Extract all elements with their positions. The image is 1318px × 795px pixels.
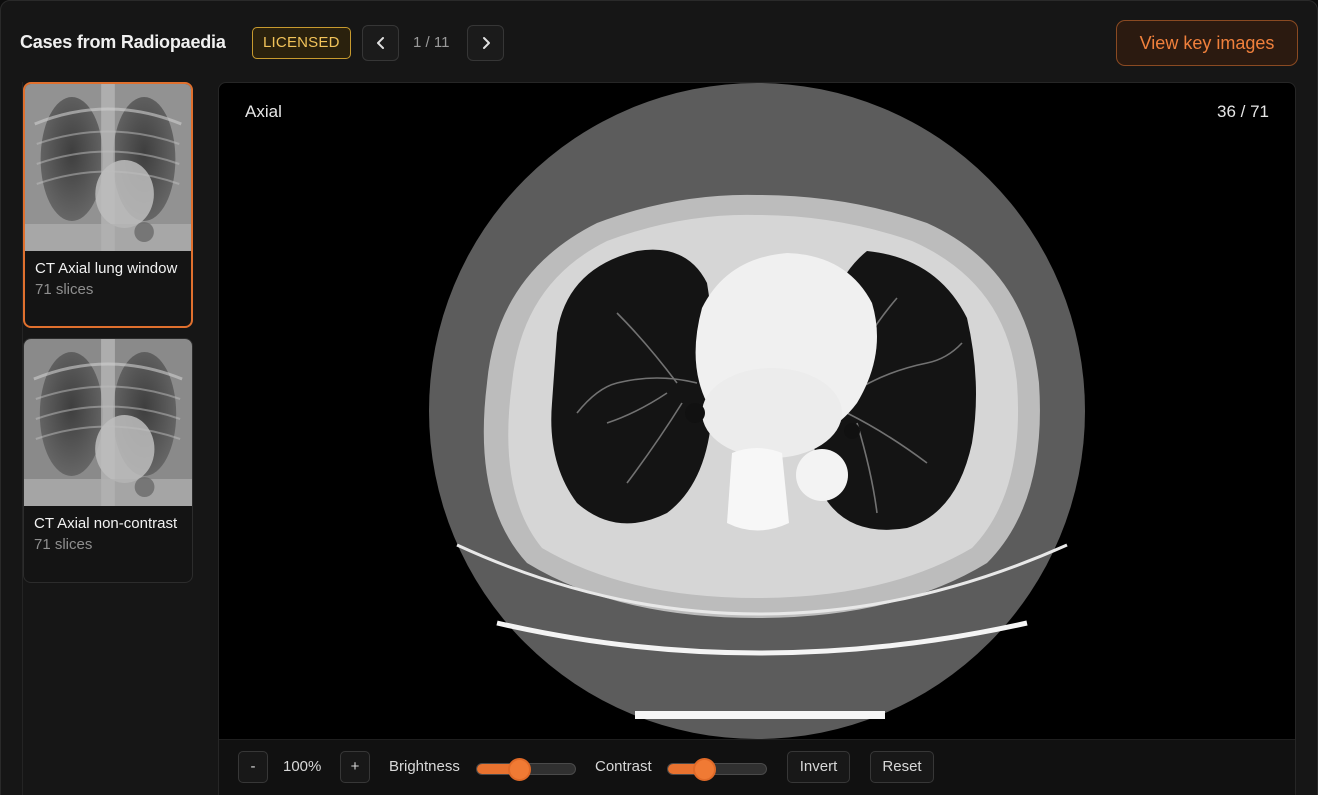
chest-xray-thumbnail: [25, 84, 191, 251]
case-counter: 1 / 11: [413, 34, 450, 51]
series-slice-count: 71 slices: [34, 536, 93, 553]
invert-button[interactable]: Invert: [787, 751, 850, 783]
contrast-slider[interactable]: [667, 758, 767, 781]
series-slice-count: 71 slices: [35, 281, 94, 298]
brightness-slider[interactable]: [476, 758, 576, 781]
chevron-left-icon: [376, 37, 384, 49]
zoom-level: 100%: [283, 758, 322, 775]
license-badge: LICENSED: [252, 27, 351, 59]
prev-case-button[interactable]: [362, 25, 399, 61]
brightness-label: Brightness: [389, 758, 460, 775]
zoom-out-button[interactable]: -: [238, 751, 268, 783]
slice-indicator: 36 / 71: [1217, 102, 1269, 121]
view-key-images-button[interactable]: View key images: [1116, 20, 1298, 66]
series-card-lung-window[interactable]: CT Axial lung window 71 slices: [23, 82, 193, 328]
series-sidebar: CT Axial lung window 71 slices CT Axial …: [22, 82, 193, 795]
viewer-toolbar: - 100% + Brightness Contrast Invert Rese…: [219, 739, 1295, 795]
ct-axial-image[interactable]: [427, 83, 1087, 743]
orientation-label: Axial: [245, 102, 282, 121]
next-case-button[interactable]: [467, 25, 504, 61]
chevron-right-icon: [482, 37, 490, 49]
series-title: CT Axial non-contrast: [34, 515, 178, 532]
reset-button[interactable]: Reset: [870, 751, 934, 783]
contrast-slider-handle[interactable]: [693, 758, 717, 781]
header: Cases from Radiopaedia LICENSED 1 / 11 V…: [20, 20, 1298, 66]
series-card-non-contrast[interactable]: CT Axial non-contrast 71 slices: [23, 338, 193, 583]
image-viewer[interactable]: Axial 36 / 71 - 100% + Brightness Contra…: [218, 82, 1296, 795]
contrast-label: Contrast: [595, 758, 652, 775]
chest-xray-thumbnail: [24, 339, 192, 506]
brightness-slider-handle[interactable]: [508, 758, 532, 781]
zoom-in-button[interactable]: +: [340, 751, 370, 783]
series-title: CT Axial lung window: [35, 260, 178, 277]
page-title: Cases from Radiopaedia: [20, 32, 226, 52]
